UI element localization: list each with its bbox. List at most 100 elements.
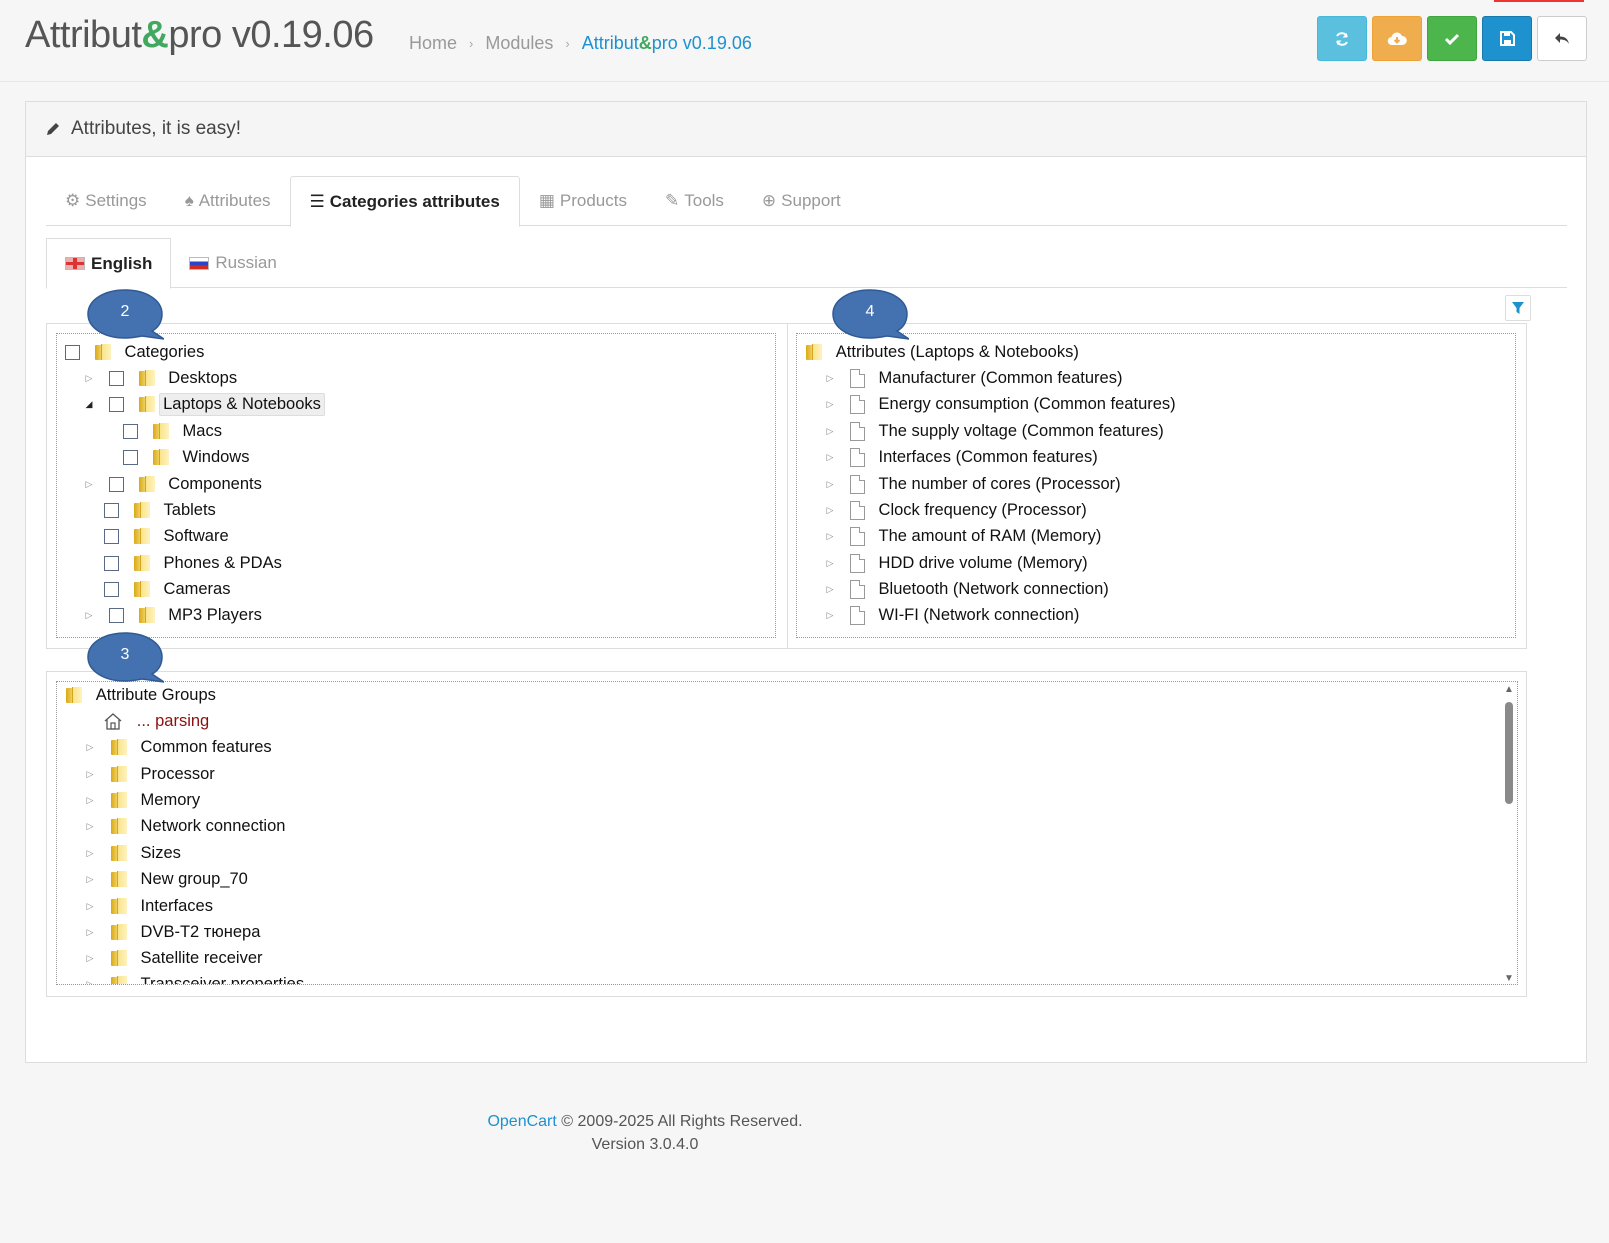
expand-icon[interactable]: ▷ [824, 609, 836, 621]
breadcrumb-current[interactable]: Attribut&pro v0.19.06 [582, 33, 752, 54]
tab-language-russian[interactable]: Russian [171, 238, 294, 288]
expand-icon[interactable]: ▷ [84, 900, 96, 912]
attribute-groups-tree[interactable]: Attribute Groups ... parsing ▷ Common fe… [56, 681, 1518, 985]
expand-icon[interactable]: ▷ [824, 504, 836, 516]
tree-node[interactable]: ▷ Memory [84, 787, 201, 813]
folder-icon [110, 844, 127, 862]
tab-products[interactable]: ▦ Products [520, 176, 646, 226]
expand-icon[interactable]: ▷ [84, 926, 96, 938]
categories-tree[interactable]: Categories ▷ Desktops ◢ Laptops & Notebo… [56, 333, 776, 638]
tree-node[interactable]: ▷ Energy consumption (Common features) [824, 391, 1176, 417]
tree-node[interactable]: ▷ WI-FI (Network connection) [824, 602, 1079, 628]
tree-node[interactable]: ▷ Common features [84, 734, 272, 760]
checkbox[interactable] [104, 555, 119, 571]
tree-node[interactable]: ▷ New group_70 [84, 866, 248, 892]
scroll-down-icon[interactable]: ▼ [1504, 973, 1514, 984]
checkbox[interactable] [108, 476, 124, 492]
expand-icon[interactable]: ▷ [824, 583, 836, 595]
tree-node[interactable]: Cameras [104, 576, 230, 602]
scroll-up-icon[interactable]: ▲ [1504, 684, 1514, 695]
breadcrumb-modules[interactable]: Modules [485, 33, 553, 54]
filter-button[interactable] [1505, 295, 1531, 321]
tree-node[interactable]: ▷ Sizes [84, 840, 181, 866]
expand-icon[interactable]: ▷ [84, 768, 96, 780]
scrollbar-thumb[interactable] [1505, 702, 1513, 804]
breadcrumb-home[interactable]: Home [409, 33, 457, 54]
russia-flag-icon [189, 256, 210, 270]
save-button[interactable] [1482, 16, 1532, 61]
expand-icon[interactable]: ▷ [824, 425, 836, 437]
tab-language-english[interactable]: English [46, 238, 172, 289]
tree-node[interactable]: Macs [123, 418, 222, 444]
tree-node[interactable]: ▷ Satellite receiver [84, 945, 263, 971]
apply-button[interactable] [1427, 16, 1477, 61]
expand-icon[interactable]: ▷ [824, 557, 836, 569]
tree-node[interactable]: ▷ Transceiver properties [84, 971, 304, 985]
checkbox[interactable] [104, 581, 119, 597]
expand-icon[interactable]: ▷ [84, 847, 96, 859]
wrench-icon: ✎ [664, 191, 680, 210]
tree-node[interactable]: Tablets [104, 497, 216, 523]
tree-node[interactable]: ▷ Clock frequency (Processor) [824, 497, 1087, 523]
expand-icon[interactable]: ▷ [84, 952, 96, 964]
expand-icon[interactable]: ▷ [83, 372, 95, 384]
expand-icon[interactable]: ▷ [84, 820, 96, 832]
checkbox[interactable] [65, 344, 80, 360]
tree-node[interactable]: ▷ DVB-T2 тюнера [84, 919, 261, 945]
attributes-tree[interactable]: Attributes (Laptops & Notebooks) ▷ Manuf… [796, 333, 1516, 638]
tree-node[interactable]: Software [104, 523, 229, 549]
expand-icon[interactable]: ▷ [83, 609, 95, 621]
tree-node[interactable]: ▷ Network connection [84, 813, 286, 839]
opencart-link[interactable]: OpenCart [487, 1113, 556, 1130]
collapse-icon[interactable]: ◢ [83, 398, 95, 410]
tree-node[interactable]: ▷ Components [83, 471, 262, 497]
back-button[interactable] [1537, 16, 1587, 61]
tree-node[interactable]: ▷ Interfaces (Common features) [824, 444, 1098, 470]
checkbox[interactable] [108, 370, 124, 386]
cloud-download-button[interactable] [1372, 16, 1422, 61]
tree-node[interactable]: Phones & PDAs [104, 550, 282, 576]
expand-icon[interactable]: ▷ [84, 741, 96, 753]
tab-support[interactable]: ⊕ Support [743, 176, 860, 226]
expand-icon[interactable]: ▷ [84, 978, 96, 985]
page-title: Attribut&pro v0.19.06 [25, 14, 374, 56]
checkbox[interactable] [104, 502, 119, 518]
folder-icon [110, 738, 127, 756]
folder-icon [65, 686, 82, 704]
home-icon [104, 713, 122, 730]
expand-icon[interactable]: ▷ [83, 478, 95, 490]
checkbox[interactable] [108, 396, 124, 412]
tab-tools[interactable]: ✎ Tools [646, 176, 743, 226]
refresh-button[interactable] [1317, 16, 1367, 61]
checkbox[interactable] [108, 607, 124, 623]
tree-node-parsing[interactable]: ... parsing [103, 708, 209, 734]
tree-node[interactable]: ▷ Processor [84, 761, 215, 787]
expand-icon[interactable]: ▷ [824, 451, 836, 463]
checkbox[interactable] [104, 528, 119, 544]
tab-categories-attributes[interactable]: ☰ Categories attributes [289, 176, 520, 227]
expand-icon[interactable]: ▷ [824, 478, 836, 490]
tree-node[interactable]: ▷ Desktops [83, 365, 238, 391]
tree-node[interactable]: ▷ Manufacturer (Common features) [824, 365, 1122, 391]
checkbox[interactable] [123, 449, 138, 465]
tree-node[interactable]: ▷ The number of cores (Processor) [824, 471, 1121, 497]
tree-node[interactable]: ▷ MP3 Players [83, 602, 262, 628]
expand-icon[interactable]: ▷ [84, 794, 96, 806]
tree-icon: ♠ [184, 191, 194, 210]
scrollbar[interactable]: ▲ ▼ [1502, 683, 1516, 984]
checkbox[interactable] [123, 423, 138, 439]
expand-icon[interactable]: ▷ [824, 398, 836, 410]
tree-node[interactable]: ▷ The amount of RAM (Memory) [824, 523, 1101, 549]
tab-settings[interactable]: ⚙ Settings [46, 176, 166, 226]
expand-icon[interactable]: ▷ [84, 873, 96, 885]
tree-node[interactable]: ▷ The supply voltage (Common features) [824, 418, 1164, 444]
tree-node[interactable]: ▷ HDD drive volume (Memory) [824, 550, 1088, 576]
expand-icon[interactable]: ▷ [824, 530, 836, 542]
tree-node[interactable]: ◢ Laptops & Notebooks [83, 391, 325, 417]
tab-attributes[interactable]: ♠ Attributes [166, 176, 290, 226]
tree-node[interactable]: Windows [123, 444, 249, 470]
folder-icon [133, 580, 150, 598]
expand-icon[interactable]: ▷ [824, 372, 836, 384]
tree-node[interactable]: ▷ Bluetooth (Network connection) [824, 576, 1109, 602]
tree-node[interactable]: ▷ Interfaces [84, 893, 213, 919]
